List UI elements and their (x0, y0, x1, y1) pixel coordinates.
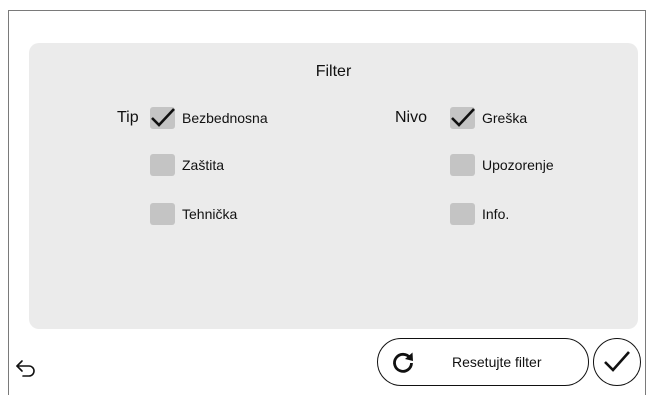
reset-filter-button[interactable]: Resetujte filter (377, 338, 589, 386)
checkbox-unchecked[interactable] (450, 203, 475, 225)
option-label: Zaštita (182, 157, 225, 173)
refresh-icon (393, 352, 413, 373)
filter-panel: Filter Tip Bezbednosna Zaštita Tehnička … (29, 43, 638, 329)
type-option-bezbednosna[interactable]: Bezbednosna (150, 107, 268, 129)
option-label: Upozorenje (482, 157, 554, 173)
reset-filter-label: Resetujte filter (452, 354, 542, 370)
level-option-info[interactable]: Info. (450, 203, 509, 225)
confirm-button[interactable] (593, 338, 641, 386)
option-label: Tehnička (182, 206, 238, 222)
level-option-greska[interactable]: Greška (450, 107, 527, 129)
option-label: Greška (482, 110, 528, 126)
option-label: Bezbednosna (182, 110, 268, 126)
back-button[interactable] (14, 357, 40, 381)
checkbox-unchecked[interactable] (450, 154, 475, 176)
checkmark-icon (604, 351, 630, 372)
type-option-tehnicka[interactable]: Tehnička (150, 203, 237, 225)
screen: Filter Tip Bezbednosna Zaštita Tehnička … (0, 0, 646, 395)
checkbox-unchecked[interactable] (150, 203, 175, 225)
frame-border-top (8, 10, 646, 11)
checkmark-icon (451, 108, 475, 127)
checkbox-checked[interactable] (150, 107, 175, 129)
level-group-label: Nivo (395, 109, 428, 126)
frame-border-left (8, 10, 9, 395)
undo-arrow-icon (16, 360, 35, 377)
type-option-zastita[interactable]: Zaštita (150, 154, 224, 176)
checkbox-checked[interactable] (450, 107, 475, 129)
type-group-label: Tip (117, 109, 139, 126)
checkbox-unchecked[interactable] (150, 154, 175, 176)
level-option-upozorenje[interactable]: Upozorenje (450, 154, 554, 176)
panel-title: Filter (315, 63, 352, 80)
option-label: Info. (482, 206, 510, 222)
checkmark-icon (151, 108, 175, 127)
